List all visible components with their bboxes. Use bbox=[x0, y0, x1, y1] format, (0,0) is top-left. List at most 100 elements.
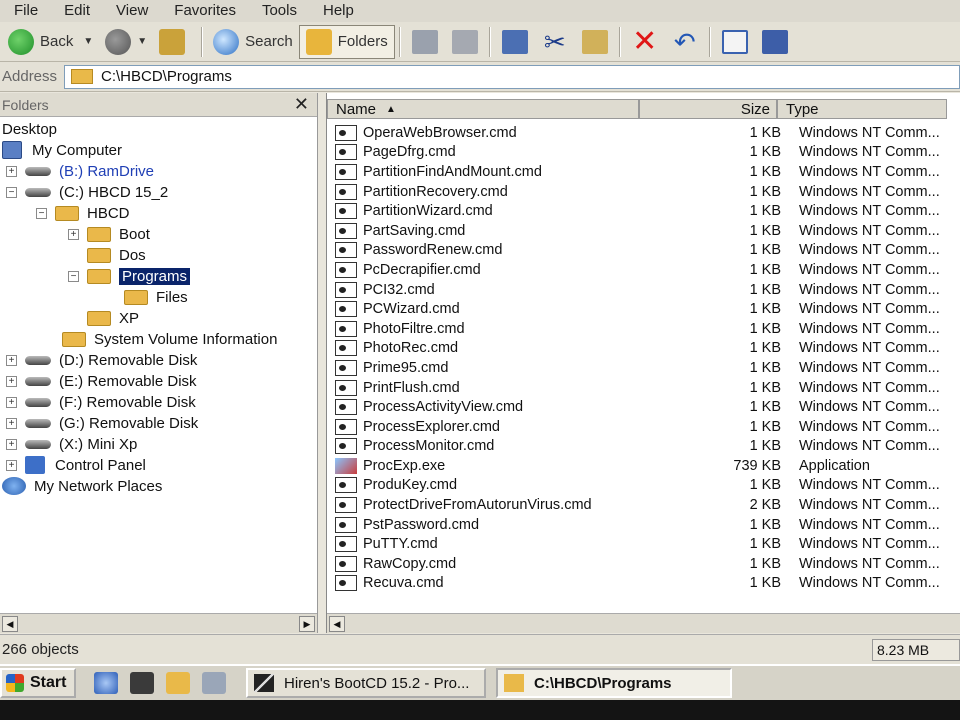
delete-icon[interactable]: ✕ bbox=[632, 26, 658, 56]
tree-node-drive-f[interactable]: + (F:) Removable Disk bbox=[6, 392, 196, 412]
chevron-down-icon[interactable]: ▼ bbox=[137, 36, 147, 47]
tree-node-programs[interactable]: − Programs bbox=[68, 266, 191, 286]
tree-node-drive-g[interactable]: + (G:) Removable Disk bbox=[6, 413, 198, 433]
file-row[interactable]: ProcessActivityView.cmd 1 KB Windows NT Co… bbox=[327, 397, 960, 417]
tree-node-hbcd[interactable]: − HBCD bbox=[36, 203, 130, 223]
column-header-type[interactable]: Type bbox=[777, 99, 947, 119]
tree-node-control-panel[interactable]: + Control Panel bbox=[6, 455, 146, 475]
file-row[interactable]: RawCopy.cmd 1 KB Windows NT Comm... bbox=[327, 554, 960, 574]
start-button[interactable]: Start bbox=[0, 668, 76, 698]
menu-file[interactable]: File bbox=[2, 0, 52, 22]
tree-node-drive-e[interactable]: + (E:) Removable Disk bbox=[6, 371, 197, 391]
tree-node-xp[interactable]: XP bbox=[68, 308, 139, 328]
tree-label: Control Panel bbox=[55, 456, 146, 474]
menu-help[interactable]: Help bbox=[311, 0, 368, 22]
scroll-left-icon[interactable]: ◀ bbox=[329, 616, 345, 632]
expand-icon[interactable]: + bbox=[6, 375, 17, 387]
undo-icon[interactable]: ↶ bbox=[672, 29, 698, 55]
file-row[interactable]: PhotoFiltre.cmd 1 KB Windows NT Comm... bbox=[327, 319, 960, 339]
file-row[interactable]: PcDecrapifier.cmd 1 KB Windows NT Comm... bbox=[327, 260, 960, 280]
file-row[interactable]: ProcExp.exe 739 KB Application bbox=[327, 456, 960, 476]
tree-node-boot[interactable]: + Boot bbox=[68, 224, 150, 244]
file-row[interactable]: ProduKey.cmd 1 KB Windows NT Comm... bbox=[327, 476, 960, 496]
collapse-icon[interactable]: − bbox=[68, 270, 79, 282]
file-row[interactable]: PartitionRecovery.cmd 1 KB Windows NT Comm… bbox=[327, 182, 960, 202]
paste-icon[interactable] bbox=[581, 29, 608, 54]
folders-button[interactable]: Folders bbox=[298, 24, 395, 59]
chevron-down-icon[interactable]: ▼ bbox=[83, 36, 93, 47]
tree-node-dos[interactable]: Dos bbox=[68, 245, 146, 265]
file-row[interactable]: OperaWebBrowser.cmd 1 KB Windows NT Comm..… bbox=[327, 123, 960, 143]
tree-node-drive-d[interactable]: + (D:) Removable Disk bbox=[6, 350, 197, 370]
tree-label: (F:) Removable Disk bbox=[59, 393, 196, 411]
tree-node-my-network-places[interactable]: My Network Places bbox=[2, 476, 162, 496]
tree-node-drive-c[interactable]: − (C:) HBCD 15_2 bbox=[6, 182, 168, 202]
back-button[interactable]: Back ▼ bbox=[2, 25, 99, 59]
cut-icon[interactable]: ✂ bbox=[542, 29, 568, 55]
tree-node-ramdrive[interactable]: + (B:) RamDrive bbox=[6, 161, 154, 181]
close-icon[interactable]: ✕ bbox=[294, 94, 309, 115]
file-row[interactable]: PartitionWizard.cmd 1 KB Windows NT Comm..… bbox=[327, 201, 960, 221]
file-row[interactable]: PCI32.cmd 1 KB Windows NT Comm... bbox=[327, 280, 960, 300]
taskbar-button-explorer[interactable]: C:\HBCD\Programs bbox=[496, 668, 732, 698]
file-type: Windows NT Comm... bbox=[799, 399, 940, 416]
file-row[interactable]: PrintFlush.cmd 1 KB Windows NT Comm... bbox=[327, 378, 960, 398]
command-script-icon bbox=[335, 320, 357, 337]
menu-tools[interactable]: Tools bbox=[250, 0, 311, 22]
search-button[interactable]: Search bbox=[207, 25, 299, 59]
list-horizontal-scrollbar[interactable]: ◀ bbox=[327, 613, 960, 633]
quicklaunch-browser-icon[interactable] bbox=[94, 672, 118, 694]
column-header-size[interactable]: Size bbox=[639, 99, 777, 119]
file-row[interactable]: ProcessMonitor.cmd 1 KB Windows NT Comm... bbox=[327, 437, 960, 457]
collapse-icon[interactable]: − bbox=[6, 186, 17, 198]
expand-icon[interactable]: + bbox=[6, 354, 17, 366]
file-row[interactable]: Recuva.cmd 1 KB Windows NT Comm... bbox=[327, 574, 960, 593]
tree-node-system-volume-information[interactable]: System Volume Information bbox=[62, 329, 277, 349]
tree-label: XP bbox=[119, 309, 140, 327]
address-field[interactable]: C:\HBCD\Programs bbox=[64, 64, 960, 89]
copy-icon[interactable] bbox=[501, 29, 528, 54]
taskbar-button-hirens-bootcd[interactable]: Hiren's BootCD 15.2 - Pro... bbox=[246, 668, 486, 698]
forward-button[interactable]: ▼ bbox=[99, 25, 153, 59]
expand-icon[interactable]: + bbox=[6, 459, 17, 471]
file-row[interactable]: PstPassword.cmd 1 KB Windows NT Comm... bbox=[327, 515, 960, 535]
file-row[interactable]: PartSaving.cmd 1 KB Windows NT Comm... bbox=[327, 221, 960, 241]
file-row[interactable]: ProcessExplorer.cmd 1 KB Windows NT Comm..… bbox=[327, 417, 960, 437]
quicklaunch-folder-icon[interactable] bbox=[166, 672, 190, 694]
scroll-right-icon[interactable]: ▶ bbox=[299, 616, 315, 632]
folders-horizontal-scrollbar[interactable]: ◀ ▶ bbox=[0, 613, 317, 633]
copy-to-icon[interactable] bbox=[451, 29, 478, 54]
expand-icon[interactable]: + bbox=[6, 165, 17, 177]
folder-icon bbox=[87, 226, 111, 242]
tree-node-desktop[interactable]: Desktop bbox=[2, 119, 57, 139]
properties-icon[interactable] bbox=[721, 29, 748, 54]
file-row[interactable]: PCWizard.cmd 1 KB Windows NT Comm... bbox=[327, 299, 960, 319]
expand-icon[interactable]: + bbox=[68, 228, 79, 240]
quicklaunch-tool-icon[interactable] bbox=[202, 672, 226, 694]
menu-favorites[interactable]: Favorites bbox=[162, 0, 250, 22]
tree-node-files[interactable]: Files bbox=[124, 287, 188, 307]
menu-edit[interactable]: Edit bbox=[52, 0, 104, 22]
expand-icon[interactable]: + bbox=[6, 417, 17, 429]
scroll-left-icon[interactable]: ◀ bbox=[2, 616, 18, 632]
quicklaunch-console-icon[interactable] bbox=[130, 672, 154, 694]
start-label: Start bbox=[30, 674, 67, 691]
tree-node-drive-x[interactable]: + (X:) Mini Xp bbox=[6, 434, 137, 454]
tree-node-my-computer[interactable]: My Computer bbox=[2, 140, 122, 160]
move-to-icon[interactable] bbox=[411, 29, 438, 54]
file-row[interactable]: PuTTY.cmd 1 KB Windows NT Comm... bbox=[327, 534, 960, 554]
file-row[interactable]: PhotoRec.cmd 1 KB Windows NT Comm... bbox=[327, 339, 960, 359]
file-row[interactable]: Prime95.cmd 1 KB Windows NT Comm... bbox=[327, 358, 960, 378]
file-row[interactable]: ProtectDriveFromAutorunVirus.cmd 2 KB Wind… bbox=[327, 495, 960, 515]
file-name: PartitionRecovery.cmd bbox=[363, 183, 508, 200]
collapse-icon[interactable]: − bbox=[36, 207, 47, 219]
file-row[interactable]: PasswordRenew.cmd 1 KB Windows NT Comm... bbox=[327, 241, 960, 261]
expand-icon[interactable]: + bbox=[6, 396, 17, 408]
column-header-name[interactable]: Name ▲ bbox=[327, 99, 639, 119]
file-row[interactable]: PageDfrg.cmd 1 KB Windows NT Comm... bbox=[327, 143, 960, 163]
file-row[interactable]: PartitionFindAndMount.cmd 1 KB Windows NT … bbox=[327, 162, 960, 182]
menu-view[interactable]: View bbox=[104, 0, 162, 22]
views-icon[interactable] bbox=[761, 29, 788, 54]
up-folder-button[interactable] bbox=[153, 25, 197, 59]
expand-icon[interactable]: + bbox=[6, 438, 17, 450]
